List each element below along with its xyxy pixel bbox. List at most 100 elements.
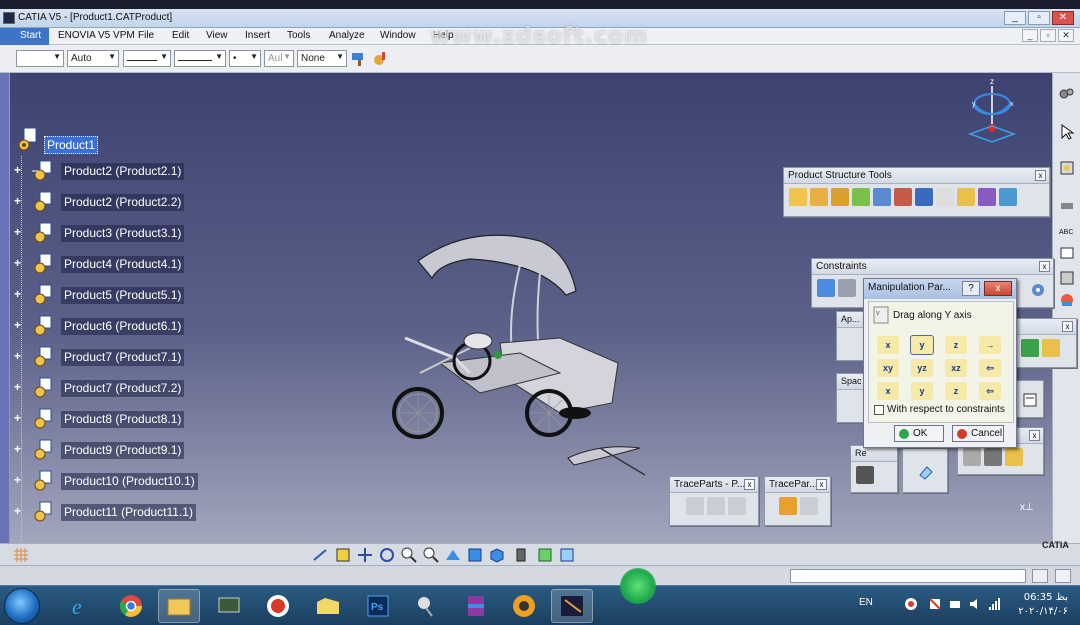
language-indicator[interactable]: EN xyxy=(859,597,873,608)
rotate-x-button[interactable]: x xyxy=(877,382,899,400)
media-app-icon[interactable] xyxy=(503,589,545,623)
fly-mode-icon[interactable] xyxy=(312,546,330,564)
clock-date[interactable]: ۲۰۲۰/۱۴/۰۶ xyxy=(1018,606,1068,617)
traceparts-catalog-icon[interactable] xyxy=(686,497,704,515)
close-icon[interactable]: x xyxy=(1039,261,1050,272)
transparency-select[interactable]: Auto ▼ xyxy=(67,50,119,67)
new-part-icon[interactable] xyxy=(831,188,849,206)
close-icon[interactable]: x xyxy=(1062,321,1073,332)
drag-xz-plane-button[interactable]: xz xyxy=(945,359,967,377)
existing-component-icon[interactable] xyxy=(852,188,870,206)
drag-x-button[interactable]: x xyxy=(877,336,899,354)
traceparts-search-icon[interactable] xyxy=(707,497,725,515)
menu-insert[interactable]: Insert xyxy=(245,30,270,41)
rotate-icon[interactable] xyxy=(378,546,396,564)
shading-icon[interactable] xyxy=(512,546,530,564)
drag-plane-button[interactable]: ⇦ xyxy=(979,359,1001,377)
catia-app-icon[interactable] xyxy=(3,12,15,24)
folder-app-icon[interactable] xyxy=(307,589,349,623)
drag-xy-plane-button[interactable]: xy xyxy=(877,359,899,377)
color-select[interactable]: ▼ xyxy=(16,50,64,67)
expand-icon[interactable]: + xyxy=(14,474,25,486)
tree-item-label[interactable]: Product7 (Product7.1) xyxy=(61,349,185,366)
status-button-1[interactable] xyxy=(1032,569,1048,583)
expand-icon[interactable]: + xyxy=(14,288,25,300)
menu-view[interactable]: View xyxy=(206,30,228,41)
status-button-2[interactable] xyxy=(1055,569,1071,583)
move-icon[interactable] xyxy=(1042,339,1060,357)
menu-start[interactable]: Start xyxy=(0,28,50,45)
expand-icon[interactable]: + xyxy=(14,319,25,331)
iso-view-icon[interactable] xyxy=(488,546,506,564)
drag-yz-plane-button[interactable]: yz xyxy=(911,359,933,377)
expand-icon[interactable]: + xyxy=(14,226,25,238)
properties-brush-icon[interactable] xyxy=(372,50,390,67)
maximize-button[interactable]: ▫ xyxy=(1028,11,1050,25)
gears-icon[interactable] xyxy=(1058,85,1076,103)
help-button[interactable]: ? xyxy=(962,281,980,296)
menu-file[interactable]: File xyxy=(138,30,154,41)
swap-visible-space-icon[interactable] xyxy=(558,546,576,564)
analysis-icon[interactable] xyxy=(1058,291,1076,309)
traceparts-tool-icon[interactable] xyxy=(800,497,818,515)
coincidence-constraint-icon[interactable] xyxy=(817,279,835,297)
expand-icon[interactable]: + xyxy=(14,195,25,207)
ie-icon[interactable]: e xyxy=(60,589,102,623)
contact-constraint-icon[interactable] xyxy=(838,279,856,297)
layer-select[interactable]: Aul ▼ xyxy=(264,50,294,67)
graph-tree-reorder-icon[interactable] xyxy=(894,188,912,206)
expand-icon[interactable]: + xyxy=(14,443,25,455)
expand-icon[interactable]: + xyxy=(14,412,25,424)
fastener-icon[interactable] xyxy=(984,448,1002,466)
action-center-icon[interactable] xyxy=(928,597,942,611)
expand-icon[interactable]: + xyxy=(14,381,25,393)
clock-time[interactable]: بظ 06:35 xyxy=(1024,592,1068,603)
snap-icon[interactable] xyxy=(1021,339,1039,357)
menu-tools[interactable]: Tools xyxy=(287,30,310,41)
start-orb-icon[interactable] xyxy=(4,588,40,624)
compass-icon[interactable]: z y x xyxy=(960,76,1030,148)
bom-icon[interactable] xyxy=(1058,159,1076,177)
drag-direction-button[interactable]: → xyxy=(979,336,1001,354)
multi-view-icon[interactable] xyxy=(466,546,484,564)
pan-icon[interactable] xyxy=(356,546,374,564)
expand-icon[interactable]: + xyxy=(14,164,25,176)
explorer-icon[interactable] xyxy=(158,589,200,623)
tool-icon[interactable] xyxy=(1058,197,1076,215)
chrome-icon[interactable] xyxy=(110,589,152,623)
minimize-button[interactable]: _ xyxy=(1004,11,1026,25)
tree-item-label[interactable]: Product11 (Product11.1) xyxy=(61,504,196,521)
tree-item-label[interactable]: Product6 (Product6.1) xyxy=(61,318,185,335)
normal-view-icon[interactable] xyxy=(444,546,462,564)
tree-item-label[interactable]: Product9 (Product9.1) xyxy=(61,442,185,459)
tree-item-label[interactable]: Product2 (Product2.2) xyxy=(61,194,185,211)
change-constraint-icon[interactable] xyxy=(1029,281,1047,299)
selective-load-icon[interactable] xyxy=(936,188,954,206)
doc-minimize-button[interactable]: _ xyxy=(1022,29,1038,42)
doc-close-button[interactable]: ✕ xyxy=(1058,29,1074,42)
close-icon[interactable]: x xyxy=(1035,170,1046,181)
replace-component-icon[interactable] xyxy=(873,188,891,206)
thickness-select[interactable]: ▼ xyxy=(174,50,226,67)
generate-numbering-icon[interactable] xyxy=(915,188,933,206)
fit-all-in-icon[interactable] xyxy=(334,546,352,564)
select-arrow-icon[interactable] xyxy=(1058,123,1076,141)
tree-root-label[interactable]: Product1 xyxy=(44,136,99,154)
zoom-in-icon[interactable] xyxy=(400,546,418,564)
manage-representations-icon[interactable] xyxy=(957,188,975,206)
camera-icon[interactable] xyxy=(856,466,874,484)
linetype-select[interactable]: ▼ xyxy=(123,50,171,67)
hide-show-icon[interactable] xyxy=(536,546,554,564)
fast-multi-instantiation-icon[interactable] xyxy=(999,188,1017,206)
drag-y-button[interactable]: y xyxy=(910,335,934,355)
tree-item-label[interactable]: Product5 (Product5.1) xyxy=(61,287,185,304)
catia-taskbar-icon[interactable] xyxy=(551,589,593,623)
photoshop-icon[interactable]: Ps xyxy=(357,589,399,623)
filter-select[interactable]: None ▼ xyxy=(297,50,347,67)
grid-icon[interactable] xyxy=(12,546,30,564)
rotate-axis-button[interactable]: ⇦ xyxy=(979,382,1001,400)
text-abc-icon[interactable]: ABC xyxy=(1058,223,1076,241)
rotate-y-button[interactable]: y xyxy=(911,382,933,400)
rar-icon[interactable] xyxy=(455,589,497,623)
menu-analyze[interactable]: Analyze xyxy=(329,30,365,41)
